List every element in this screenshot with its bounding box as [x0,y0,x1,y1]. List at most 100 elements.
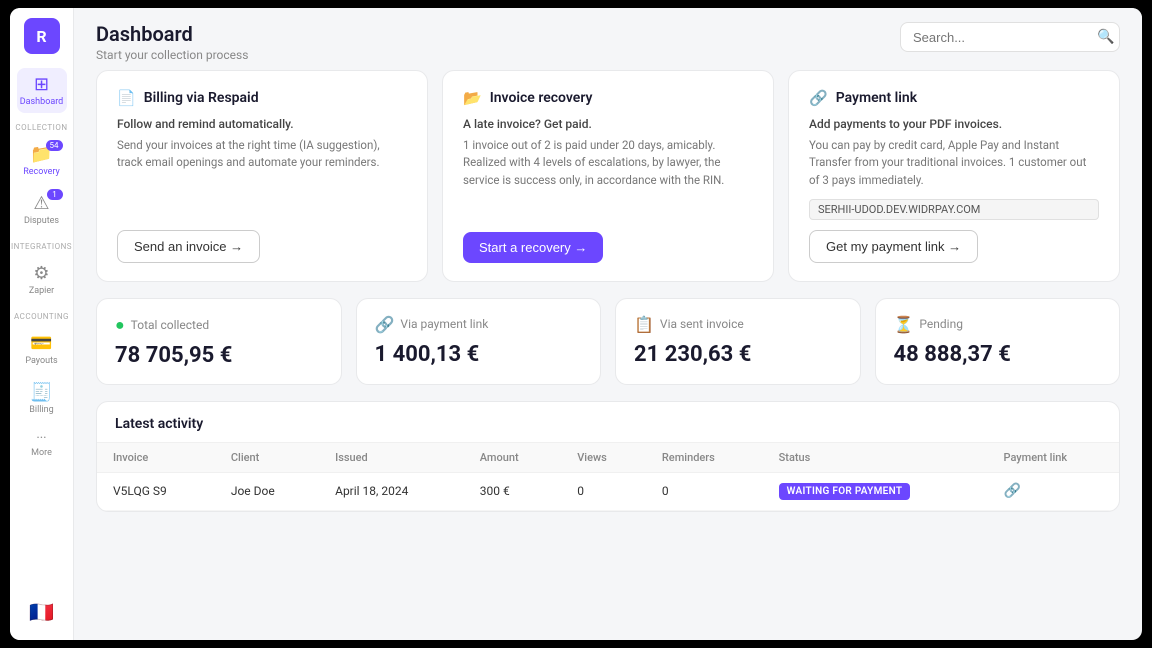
via-sent-invoice-label: Via sent invoice [660,317,744,331]
cell-amount: 300 € [464,472,561,510]
payouts-icon: 💳 [30,333,52,354]
recovery-card-body: 1 invoice out of 2 is paid under 20 days… [463,137,753,218]
status-badge: WAITING FOR PAYMENT [779,483,911,500]
stat-header: 📋 Via sent invoice [634,315,842,334]
send-invoice-button[interactable]: Send an invoice → [117,230,260,263]
col-issued: Issued [319,443,464,473]
pending-value: 48 888,37 € [894,342,1102,367]
sidebar-item-dashboard[interactable]: ⊞ Dashboard [17,68,67,113]
sidebar: R ⊞ Dashboard COLLECTION 📁 54 Recovery ⚠… [10,8,74,640]
content-area: Dashboard Start your collection process … [74,8,1142,640]
billing-card-title: Billing via Respaid [144,90,259,106]
recovery-card: 📂 Invoice recovery A late invoice? Get p… [442,70,774,282]
billing-card-desc: Follow and remind automatically. [117,117,407,131]
total-collected-value: 78 705,95 € [115,343,323,368]
stat-via-sent-invoice: 📋 Via sent invoice 21 230,63 € [615,298,861,385]
payment-link-card-icon: 🔗 [809,89,828,107]
card-header: 📂 Invoice recovery [463,89,753,107]
table-row: V5LQG S9 Joe Doe April 18, 2024 300 € 0 … [97,472,1119,510]
stat-header: ● Total collected [115,315,323,335]
search-box[interactable]: 🔍 [900,22,1120,52]
sidebar-section-integrations: INTEGRATIONS [10,242,73,251]
col-payment-link: Payment link [987,443,1119,473]
table-header-row: Invoice Client Issued Amount Views Remin… [97,443,1119,473]
col-invoice: Invoice [97,443,215,473]
stat-total-collected: ● Total collected 78 705,95 € [96,298,342,385]
sidebar-section-collection: COLLECTION [10,123,73,132]
total-collected-label: Total collected [131,318,209,332]
get-payment-link-button[interactable]: Get my payment link → [809,230,978,263]
sidebar-item-billing[interactable]: 🧾 Billing [17,376,67,421]
cards-row: 📄 Billing via Respaid Follow and remind … [96,70,1120,282]
sidebar-item-label: Disputes [24,216,59,226]
search-icon: 🔍 [1097,29,1114,45]
via-sent-invoice-value: 21 230,63 € [634,342,842,367]
activity-table-wrap: Invoice Client Issued Amount Views Remin… [97,443,1119,511]
stat-via-payment-link: 🔗 Via payment link 1 400,13 € [356,298,602,385]
via-payment-link-value: 1 400,13 € [375,342,583,367]
col-amount: Amount [464,443,561,473]
stat-header: 🔗 Via payment link [375,315,583,334]
cell-payment-link[interactable]: 🔗 [987,472,1119,510]
col-status: Status [763,443,988,473]
col-reminders: Reminders [646,443,763,473]
activity-header: Latest activity [97,402,1119,443]
stats-row: ● Total collected 78 705,95 € 🔗 Via paym… [96,298,1120,385]
page-header: Dashboard Start your collection process … [74,8,1142,70]
cell-status: WAITING FOR PAYMENT [763,472,988,510]
via-sent-invoice-icon: 📋 [634,315,654,334]
start-recovery-button[interactable]: Start a recovery → [463,232,603,263]
header-left: Dashboard Start your collection process [96,22,248,62]
dashboard-icon: ⊞ [34,74,49,95]
cell-reminders: 0 [646,472,763,510]
billing-icon: 🧾 [30,382,52,403]
sidebar-item-label: Payouts [25,356,57,366]
stat-header: ⏳ Pending [894,315,1102,334]
sidebar-item-disputes[interactable]: ⚠ 1 Disputes [17,187,67,232]
recovery-card-title: Invoice recovery [490,90,593,106]
header-right: 🔍 [900,22,1120,52]
payment-link-card-desc: Add payments to your PDF invoices. [809,117,1099,131]
search-input[interactable] [913,30,1089,45]
payment-link-card-title: Payment link [836,90,917,106]
cell-client: Joe Doe [215,472,319,510]
billing-card-icon: 📄 [117,89,136,107]
billing-card: 📄 Billing via Respaid Follow and remind … [96,70,428,282]
sidebar-item-payouts[interactable]: 💳 Payouts [17,327,67,372]
language-flag[interactable]: 🇫🇷 [29,600,54,630]
sidebar-item-recovery[interactable]: 📁 54 Recovery [17,138,67,183]
cell-views: 0 [561,472,646,510]
payment-link-card-body: You can pay by credit card, Apple Pay an… [809,137,1099,189]
pending-label: Pending [919,317,963,331]
payment-link-icon[interactable]: 🔗 [1003,483,1020,499]
stat-pending: ⏳ Pending 48 888,37 € [875,298,1121,385]
payment-link-domain: SERHII-UDOD.DEV.WIDRPAY.COM [809,199,1099,220]
sidebar-item-more[interactable]: ··· More [17,425,67,464]
col-views: Views [561,443,646,473]
sidebar-item-label: Billing [29,405,53,415]
more-icon: ··· [36,431,46,446]
main-scroll: 📄 Billing via Respaid Follow and remind … [74,70,1142,640]
via-payment-link-icon: 🔗 [375,315,395,334]
total-collected-icon: ● [115,315,125,335]
payment-link-card: 🔗 Payment link Add payments to your PDF … [788,70,1120,282]
sidebar-item-label: More [31,448,52,458]
pending-icon: ⏳ [894,315,914,334]
sidebar-item-label: Dashboard [20,97,64,107]
app-logo: R [24,18,60,54]
recovery-card-desc: A late invoice? Get paid. [463,117,753,131]
sidebar-item-label: Zapier [29,286,54,296]
card-header: 🔗 Payment link [809,89,1099,107]
card-header: 📄 Billing via Respaid [117,89,407,107]
page-subtitle: Start your collection process [96,48,248,62]
sidebar-item-zapier[interactable]: ⚙ Zapier [17,257,67,302]
sidebar-item-label: Recovery [23,167,60,177]
disputes-badge: 1 [47,189,63,200]
recovery-badge: 54 [46,140,63,151]
recovery-card-icon: 📂 [463,89,482,107]
via-payment-link-label: Via payment link [400,317,488,331]
zapier-icon: ⚙ [33,263,49,284]
cell-invoice: V5LQG S9 [97,472,215,510]
col-client: Client [215,443,319,473]
sidebar-section-accounting: ACCOUNTING [10,312,73,321]
